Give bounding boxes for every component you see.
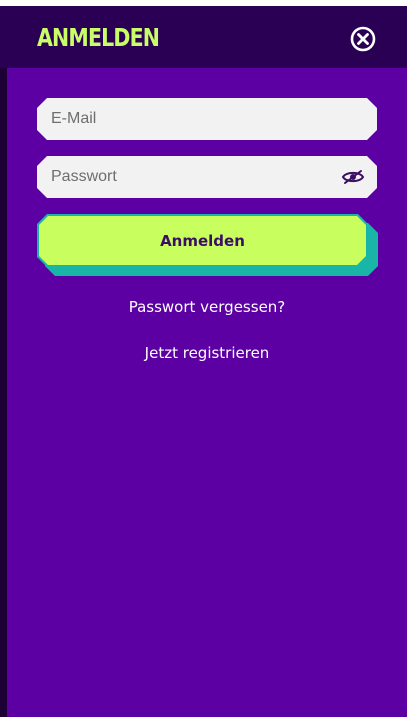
login-submit-button[interactable]: Anmelden <box>37 214 368 267</box>
password-field[interactable] <box>37 156 377 198</box>
toggle-password-visibility-button[interactable] <box>341 167 365 187</box>
forgot-password-link[interactable]: Passwort vergessen? <box>7 298 407 316</box>
email-field[interactable] <box>37 98 377 140</box>
left-edge <box>0 68 7 717</box>
password-input[interactable] <box>37 156 377 198</box>
close-circle-icon <box>350 26 376 52</box>
login-screen: ANMELDEN Anmelden <box>0 0 407 717</box>
close-button[interactable] <box>349 25 377 53</box>
header-bar: ANMELDEN <box>0 6 407 68</box>
submit-button-wrapper: Anmelden <box>37 214 378 276</box>
email-input[interactable] <box>37 98 377 140</box>
register-link[interactable]: Jetzt registrieren <box>7 344 407 362</box>
eye-slash-icon <box>341 170 365 184</box>
page-title: ANMELDEN <box>37 23 160 52</box>
submit-button-face: Anmelden <box>39 216 366 265</box>
submit-button-label: Anmelden <box>160 231 245 250</box>
